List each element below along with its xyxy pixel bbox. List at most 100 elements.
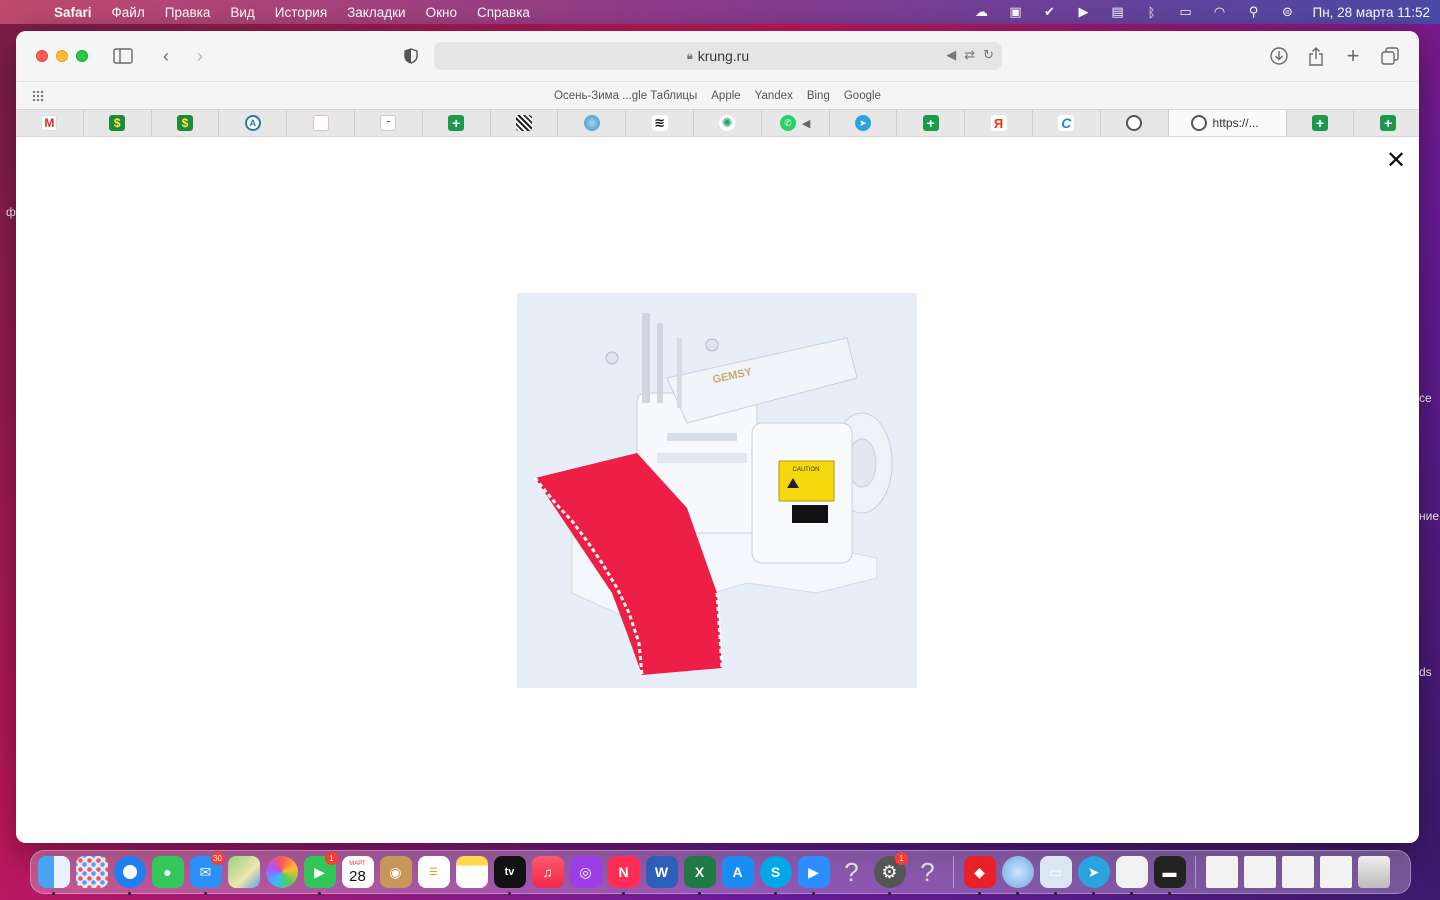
wifi-icon[interactable]: ◠	[1211, 4, 1229, 19]
safari-dock-item[interactable]	[111, 854, 148, 895]
control-center-icon[interactable]: ⊜	[1279, 4, 1297, 19]
globe-app-dock-item[interactable]	[999, 854, 1036, 895]
maps-dock-item[interactable]	[225, 854, 262, 891]
tab[interactable]	[558, 110, 627, 136]
close-window-button[interactable]	[36, 50, 48, 62]
tab[interactable]: M	[16, 110, 84, 136]
notion-icon: ~	[380, 115, 397, 131]
news-dock-item[interactable]: N	[605, 854, 642, 895]
minimized-window-dock-item[interactable]	[1317, 854, 1354, 891]
favorite-link[interactable]: Осень-Зима ...gle Таблицы	[554, 90, 697, 102]
word-dock-item[interactable]: W	[643, 854, 680, 891]
preview-dock-item[interactable]: ▭	[1037, 854, 1074, 895]
share-icon[interactable]	[1305, 45, 1327, 67]
search-icon[interactable]: ⚲	[1245, 4, 1263, 19]
window-thumbnail-icon	[1281, 856, 1314, 888]
downloads-icon[interactable]	[1268, 45, 1290, 67]
minimized-window-dock-item[interactable]	[1203, 854, 1240, 891]
tab[interactable]: $	[152, 110, 220, 136]
speaker-icon[interactable]: ◀	[802, 117, 810, 130]
tab[interactable]: ≋	[626, 110, 694, 136]
contacts-dock-item[interactable]: ◉	[377, 854, 414, 891]
excel-dock-item[interactable]: X	[681, 854, 718, 895]
podcasts-dock-item[interactable]: ◎	[567, 854, 604, 891]
minimized-window-dock-item[interactable]	[1279, 854, 1316, 891]
play-icon[interactable]: ▶	[1075, 4, 1093, 19]
tab[interactable]	[1101, 110, 1169, 136]
tab[interactable]: +	[897, 110, 966, 136]
cloud-icon[interactable]: ☁	[973, 4, 991, 19]
calendar-dock-item[interactable]: МАРТ 28	[339, 854, 376, 891]
menu-view[interactable]: Вид	[220, 5, 264, 20]
printer-dock-item[interactable]: ▬	[1151, 854, 1188, 895]
tab[interactable]: ✆ ◀	[762, 110, 830, 136]
zoom-window-button[interactable]	[76, 50, 88, 62]
checkmark-icon[interactable]: ✔	[1041, 4, 1059, 19]
reload-icon[interactable]: ↻	[983, 47, 994, 63]
appstore-dock-item[interactable]: A	[719, 854, 756, 891]
menu-clock[interactable]: Пн, 28 марта 11:52	[1313, 5, 1431, 20]
menu-history[interactable]: История	[265, 5, 337, 20]
anydesk-dock-item[interactable]: ◆	[961, 854, 998, 895]
tab[interactable]: ~	[355, 110, 423, 136]
tab[interactable]: +	[423, 110, 491, 136]
tab[interactable]: A	[219, 110, 288, 136]
file-dock-item[interactable]	[1113, 854, 1150, 895]
tab[interactable]: C	[1033, 110, 1101, 136]
telegram-dock-item[interactable]: ➤	[1075, 854, 1112, 895]
tab[interactable]: +	[1287, 110, 1355, 136]
tab[interactable]	[491, 110, 559, 136]
launchpad-dock-item[interactable]	[73, 854, 110, 891]
minimized-window-dock-item[interactable]	[1241, 854, 1278, 891]
tab[interactable]: +	[1354, 110, 1419, 136]
tab[interactable]: Я	[965, 110, 1033, 136]
favorite-link[interactable]: Apple	[711, 90, 740, 102]
back-icon[interactable]: ‹	[155, 45, 177, 67]
menu-help[interactable]: Справка	[467, 5, 540, 20]
sidebar-toggle-icon[interactable]	[112, 45, 134, 67]
mail-dock-item[interactable]: ✉ 30	[187, 851, 224, 895]
forward-icon[interactable]: ›	[189, 45, 211, 67]
notes-dock-item[interactable]	[453, 854, 490, 891]
translate-icon[interactable]: ⇄	[964, 47, 975, 63]
menu-file[interactable]: Файл	[102, 5, 155, 20]
tab-overview-icon[interactable]	[1379, 45, 1401, 67]
menu-app-name[interactable]: Safari	[44, 5, 102, 20]
battery-icon[interactable]: ▭	[1177, 4, 1195, 19]
flag-icon[interactable]: ▤	[1109, 4, 1127, 19]
unknown-app-dock-item[interactable]: ?	[833, 854, 870, 891]
skype-dock-item[interactable]: S	[757, 854, 794, 895]
trash-dock-item[interactable]	[1355, 854, 1392, 891]
music-dock-item[interactable]: ♫	[529, 854, 566, 891]
zoom-dock-item[interactable]: ▶	[795, 854, 832, 895]
photos-dock-item[interactable]	[263, 854, 300, 891]
tab[interactable]: ➤	[830, 110, 898, 136]
reminders-dock-item[interactable]: ☰	[415, 854, 452, 891]
tab-active[interactable]: https://...	[1168, 110, 1287, 136]
favorite-link[interactable]: Google	[844, 90, 881, 102]
tab[interactable]	[287, 110, 355, 136]
unknown-app-dock-item[interactable]: ?	[909, 854, 946, 891]
product-image[interactable]: CAUTION GEMSY	[517, 293, 917, 688]
system-preferences-dock-item[interactable]: ⚙ 1	[871, 851, 908, 895]
mute-tab-icon[interactable]: ◀	[946, 47, 956, 63]
tab[interactable]: $	[84, 110, 152, 136]
zoom-icon[interactable]: ▣	[1007, 4, 1025, 19]
favorite-link[interactable]: Yandex	[755, 90, 793, 102]
privacy-shield-icon[interactable]	[400, 45, 422, 67]
bluetooth-icon[interactable]: ᛒ	[1143, 5, 1161, 20]
new-tab-icon[interactable]: +	[1342, 43, 1364, 68]
minimize-window-button[interactable]	[56, 50, 68, 62]
finder-dock-item[interactable]	[35, 854, 72, 895]
messages-dock-item[interactable]: ●	[149, 854, 186, 891]
menu-edit[interactable]: Правка	[155, 5, 221, 20]
address-bar[interactable]: 🔒︎ krung.ru ◀ ⇄ ↻	[434, 42, 1002, 70]
tv-dock-item[interactable]: tv	[491, 854, 528, 895]
menu-window[interactable]: Окно	[416, 5, 467, 20]
facetime-dock-item[interactable]: ▶ 1	[301, 851, 338, 895]
tab[interactable]: ✺	[694, 110, 762, 136]
grid-icon[interactable]	[32, 90, 44, 102]
menu-bookmarks[interactable]: Закладки	[337, 5, 415, 20]
lightbox-close-button[interactable]: ✕	[1385, 149, 1407, 173]
favorite-link[interactable]: Bing	[807, 90, 830, 102]
